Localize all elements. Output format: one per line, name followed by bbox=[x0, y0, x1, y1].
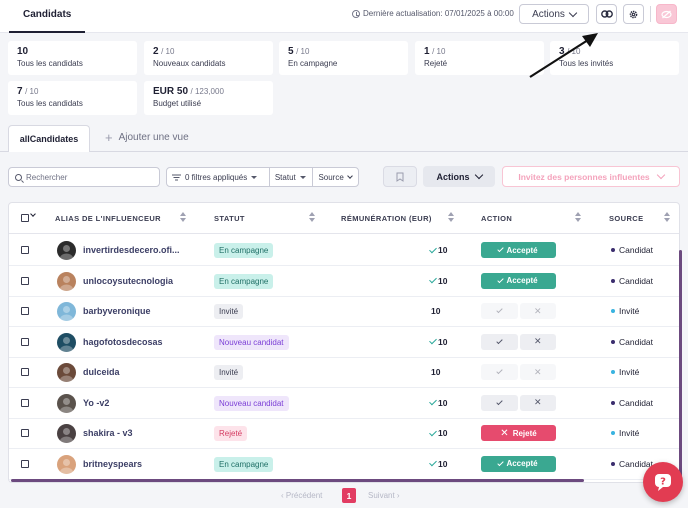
annotation-arrow-icon bbox=[529, 33, 598, 78]
